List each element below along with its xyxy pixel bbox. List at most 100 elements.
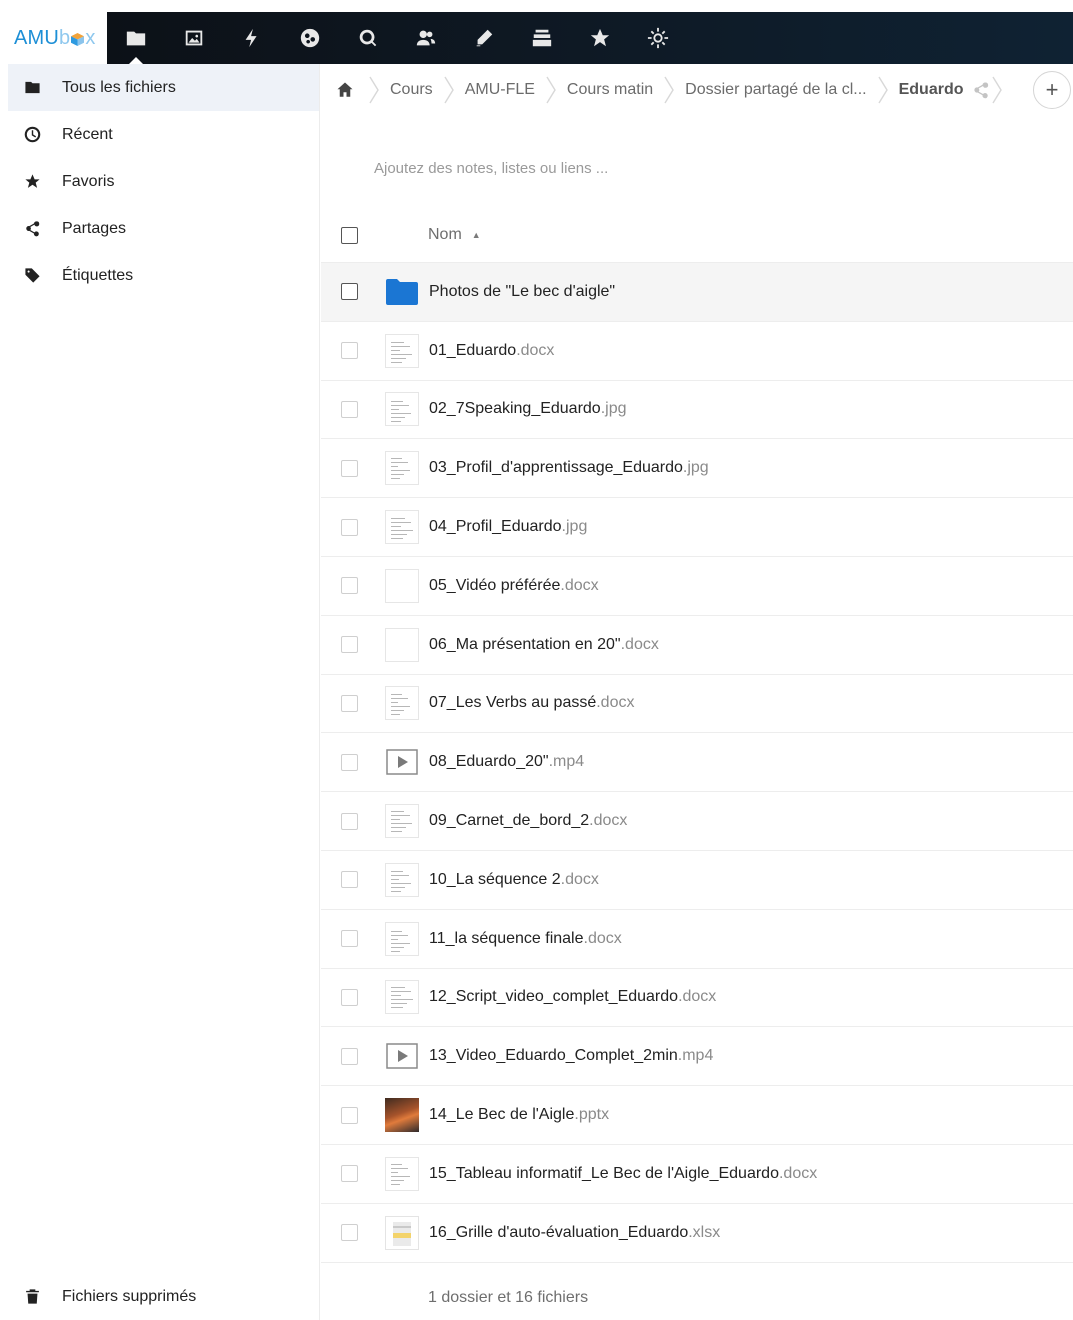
- document-thumbnail: [385, 510, 419, 545]
- row-checkbox[interactable]: [341, 459, 358, 477]
- row-checkbox[interactable]: [341, 871, 358, 889]
- file-name[interactable]: 14_Le Bec de l'Aigle.pptx: [429, 1106, 609, 1124]
- row-checkbox[interactable]: [341, 1224, 358, 1242]
- file-extension: .docx: [596, 694, 635, 712]
- file-name[interactable]: 15_Tableau informatif_Le Bec de l'Aigle_…: [429, 1165, 817, 1183]
- file-name[interactable]: 08_Eduardo_20".mp4: [429, 753, 584, 771]
- breadcrumb-item[interactable]: AMU-FLE: [456, 81, 546, 99]
- deck-nav-icon[interactable]: [513, 12, 571, 64]
- file-row[interactable]: 16_Grille d'auto-évaluation_Eduardo.xlsx: [321, 1204, 1073, 1263]
- row-checkbox[interactable]: [341, 283, 358, 301]
- file-extension: .mp4: [677, 1047, 714, 1065]
- edit-nav-icon[interactable]: [455, 12, 513, 64]
- file-name[interactable]: 12_Script_video_complet_Eduardo.docx: [429, 988, 716, 1006]
- file-extension: .docx: [560, 870, 599, 888]
- file-row[interactable]: 03_Profil_d'apprentissage_Eduardo.jpg: [321, 439, 1073, 499]
- document-thumbnail: [385, 392, 419, 427]
- file-extension: .mp4: [548, 753, 585, 771]
- search-nav-icon[interactable]: [339, 12, 397, 64]
- file-row[interactable]: 06_Ma présentation en 20".docx: [321, 616, 1073, 675]
- select-all-checkbox[interactable]: [341, 226, 358, 244]
- file-name[interactable]: 09_Carnet_de_bord_2.docx: [429, 812, 627, 830]
- file-row[interactable]: 04_Profil_Eduardo.jpg: [321, 498, 1073, 557]
- breadcrumb-item[interactable]: Dossier partagé de la cl...: [676, 81, 877, 99]
- folder-notes-placeholder[interactable]: Ajoutez des notes, listes ou liens ...: [374, 160, 608, 177]
- file-row[interactable]: 14_Le Bec de l'Aigle.pptx: [321, 1086, 1073, 1145]
- row-checkbox[interactable]: [341, 694, 358, 712]
- sidebar-item-label: Partages: [62, 219, 127, 237]
- row-checkbox[interactable]: [341, 988, 358, 1006]
- file-extension: .docx: [583, 929, 622, 947]
- row-checkbox[interactable]: [341, 1047, 358, 1065]
- file-row[interactable]: 15_Tableau informatif_Le Bec de l'Aigle_…: [321, 1145, 1073, 1204]
- file-name[interactable]: 04_Profil_Eduardo.jpg: [429, 518, 587, 536]
- logo-text-amu: AMU: [14, 26, 60, 49]
- document-thumbnail: [385, 1156, 419, 1191]
- breadcrumb-current[interactable]: Eduardo: [890, 81, 975, 99]
- folder-icon: [22, 78, 42, 98]
- file-row[interactable]: 05_Vidéo préférée.docx: [321, 557, 1073, 616]
- home-icon[interactable]: [321, 64, 369, 116]
- file-name[interactable]: Photos de "Le bec d'aigle": [429, 283, 615, 301]
- favorites-nav-icon[interactable]: [571, 12, 629, 64]
- sort-by-name[interactable]: Nom ▲: [428, 226, 481, 244]
- file-row[interactable]: 12_Script_video_complet_Eduardo.docx: [321, 969, 1073, 1028]
- photos-nav-icon[interactable]: [165, 12, 223, 64]
- sidebar-item-trash[interactable]: Fichiers supprimés: [8, 1273, 319, 1320]
- file-row[interactable]: 13_Video_Eduardo_Complet_2min.mp4: [321, 1027, 1073, 1087]
- activity-nav-icon[interactable]: [223, 12, 281, 64]
- file-row[interactable]: 10_La séquence 2.docx: [321, 851, 1073, 910]
- file-name[interactable]: 11_la séquence finale.docx: [429, 930, 622, 948]
- breadcrumb-separator: [546, 64, 558, 116]
- row-checkbox[interactable]: [341, 342, 358, 360]
- row-checkbox[interactable]: [341, 1165, 358, 1183]
- file-basename: 06_Ma présentation en 20": [429, 635, 621, 653]
- sidebar-item-all-files[interactable]: Tous les fichiers: [8, 64, 319, 111]
- file-list: Nom ▲ Photos de "Le bec d'aigle" 01_Eduar…: [321, 208, 1073, 1320]
- row-checkbox[interactable]: [341, 636, 358, 654]
- file-row[interactable]: 09_Carnet_de_bord_2.docx: [321, 792, 1073, 851]
- row-checkbox[interactable]: [341, 400, 358, 418]
- add-new-button[interactable]: +: [1033, 71, 1071, 109]
- settings-nav-icon[interactable]: [629, 12, 687, 64]
- app-navigation: [107, 12, 687, 64]
- file-name[interactable]: 01_Eduardo.docx: [429, 342, 554, 360]
- amubox-logo[interactable]: AMU b x: [0, 12, 107, 64]
- files-nav-icon[interactable]: [107, 12, 165, 64]
- file-basename: 04_Profil_Eduardo: [429, 518, 562, 536]
- row-checkbox[interactable]: [341, 518, 358, 536]
- file-row[interactable]: 11_la séquence finale.docx: [321, 910, 1073, 969]
- file-row[interactable]: 01_Eduardo.docx: [321, 322, 1073, 381]
- row-checkbox[interactable]: [341, 753, 358, 771]
- sidebar-item-favorites[interactable]: Favoris: [8, 158, 319, 205]
- file-extension: .docx: [678, 988, 717, 1006]
- column-header-name: Nom: [428, 226, 462, 243]
- breadcrumb-separator: [877, 64, 890, 116]
- sidebar-item-shares[interactable]: Partages: [8, 205, 319, 252]
- folder-row[interactable]: Photos de "Le bec d'aigle": [321, 263, 1073, 322]
- file-name[interactable]: 06_Ma présentation en 20".docx: [429, 636, 659, 654]
- row-checkbox[interactable]: [341, 1106, 358, 1124]
- file-name[interactable]: 02_7Speaking_Eduardo.jpg: [429, 400, 627, 418]
- row-checkbox[interactable]: [341, 930, 358, 948]
- share-folder-icon[interactable]: [972, 81, 990, 99]
- file-name[interactable]: 03_Profil_d'apprentissage_Eduardo.jpg: [429, 459, 709, 477]
- file-name[interactable]: 07_Les Verbs au passé.docx: [429, 694, 634, 712]
- circle-app-nav-icon[interactable]: [281, 12, 339, 64]
- file-name[interactable]: 13_Video_Eduardo_Complet_2min.mp4: [429, 1047, 713, 1065]
- document-thumbnail: [385, 862, 419, 897]
- breadcrumb-item[interactable]: Cours: [381, 81, 444, 99]
- breadcrumb-item[interactable]: Cours matin: [558, 81, 664, 99]
- file-name[interactable]: 10_La séquence 2.docx: [429, 871, 599, 889]
- file-row[interactable]: 07_Les Verbs au passé.docx: [321, 675, 1073, 734]
- file-name[interactable]: 16_Grille d'auto-évaluation_Eduardo.xlsx: [429, 1224, 720, 1242]
- row-checkbox[interactable]: [341, 812, 358, 830]
- sidebar-item-recent[interactable]: Récent: [8, 111, 319, 158]
- file-name[interactable]: 05_Vidéo préférée.docx: [429, 577, 599, 595]
- star-icon: [22, 172, 42, 192]
- row-checkbox[interactable]: [341, 577, 358, 595]
- contacts-nav-icon[interactable]: [397, 12, 455, 64]
- sidebar-item-tags[interactable]: Étiquettes: [8, 252, 319, 299]
- file-row[interactable]: 08_Eduardo_20".mp4: [321, 733, 1073, 793]
- file-row[interactable]: 02_7Speaking_Eduardo.jpg: [321, 381, 1073, 440]
